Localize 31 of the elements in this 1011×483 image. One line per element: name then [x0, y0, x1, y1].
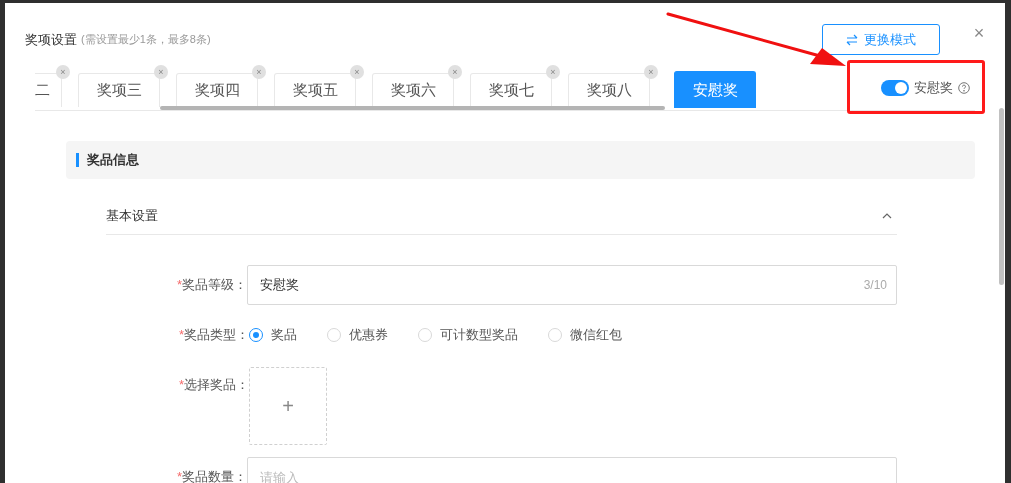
help-icon[interactable]	[958, 82, 970, 94]
prize-tab[interactable]: 奖项五	[274, 73, 356, 107]
upload-button[interactable]: +	[249, 367, 327, 445]
prize-tab[interactable]: 奖项七	[470, 73, 552, 107]
input-field[interactable]: 请输入	[247, 457, 897, 483]
form-label: *奖品类型：	[177, 326, 249, 344]
prize-tab[interactable]: 奖项四	[176, 73, 258, 107]
close-button[interactable]: ×	[972, 22, 986, 43]
scrollbar[interactable]	[999, 108, 1004, 285]
radio-option[interactable]: 可计数型奖品	[418, 326, 518, 344]
prize-tab[interactable]: 二	[35, 73, 62, 107]
section-title: 奖品信息	[87, 151, 139, 169]
form-label: *奖品等级：	[175, 276, 247, 294]
radio-option[interactable]: 优惠券	[327, 326, 388, 344]
radio-option[interactable]: 微信红包	[548, 326, 622, 344]
swap-icon	[846, 33, 858, 46]
toggle-switch[interactable]	[881, 80, 909, 96]
chevron-icon[interactable]	[882, 212, 892, 220]
dialog-hint: (需设置最少1条，最多8条)	[81, 32, 211, 47]
prize-tab[interactable]: 奖项八	[568, 73, 650, 107]
toggle-label: 安慰奖	[914, 79, 953, 97]
tab-scrollbar[interactable]	[160, 106, 665, 110]
radio-option[interactable]: 奖品	[249, 326, 297, 344]
prize-tab[interactable]: 奖项六	[372, 73, 454, 107]
form-label: *奖品数量：	[175, 468, 247, 483]
accent-bar	[76, 153, 79, 167]
form-label: *选择奖品：	[177, 376, 249, 394]
prize-tab[interactable]: 奖项三	[78, 73, 160, 107]
group-title: 基本设置	[106, 207, 158, 225]
dialog-title: 奖项设置	[25, 30, 77, 49]
character-counter: 3/10	[863, 278, 887, 292]
